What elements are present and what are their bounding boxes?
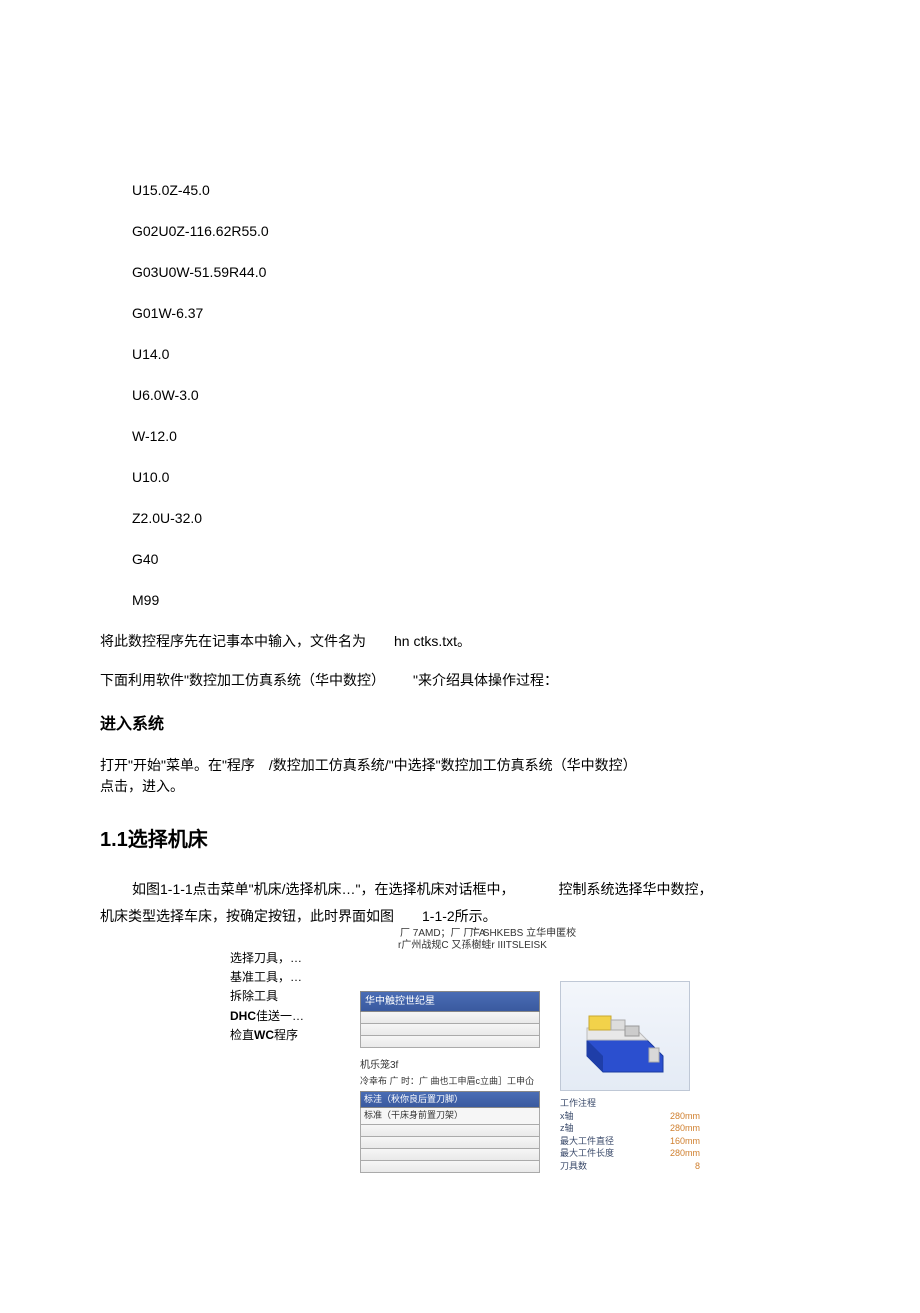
text: 将此数控程序先在记事本中输入，文件名为 (100, 633, 366, 649)
panel-empty-row[interactable] (360, 1137, 540, 1149)
figure-dialog-area: 厂 7AMD；厂 厂FA 广 SHKEBS 立华申匿校 r广州战规C 又孫樹蛙r… (100, 933, 820, 1253)
spec-row: 刀具数 8 (560, 1160, 700, 1173)
text: 控制系统选择华中数控， (559, 881, 713, 897)
text: 程序 (274, 1028, 298, 1042)
machine-spec-box: 工作注程 x轴 280mm z轴 280mm 最大工件直径 160mm 最大工件长度 2… (560, 1097, 700, 1173)
code-line: M99 (132, 590, 820, 611)
spec-key: z轴 (560, 1122, 574, 1135)
menu-item-dhc-send[interactable]: DHC佳送一… (230, 1007, 304, 1026)
code-line: U15.0Z-45.0 (132, 180, 820, 201)
paragraph-software-intro: 下面利用软件"数控加工仿真系统（华中数控） "来介绍具体操作过程： (100, 670, 820, 691)
code-line: Z2.0U-32.0 (132, 508, 820, 529)
spec-row: 最大工件长度 280mm (560, 1147, 700, 1160)
code-line: G02U0Z-116.62R55.0 (132, 221, 820, 242)
heading-enter-system: 进入系统 (100, 713, 820, 737)
code-line: G03U0W-51.59R44.0 (132, 262, 820, 283)
spec-value: 280mm (670, 1110, 700, 1123)
text: /数控加工仿真系统/"中选择"数控加工仿真系统（华中数控） (269, 757, 637, 773)
panel-label-machine: 机乐笼3f (360, 1058, 540, 1073)
text-bold: DHC (230, 1009, 256, 1023)
spec-row: x轴 280mm (560, 1110, 700, 1123)
caption-line2: r广州战规C 又孫樹蛙r IIITSLEISK (398, 939, 547, 952)
panel-row-standard[interactable]: 标准（干床身前置刀架） (360, 1108, 540, 1125)
paragraph-save-file: 将此数控程序先在记事本中输入，文件名为 hn ctks.txt。 (100, 631, 820, 652)
spec-title: 工作注程 (560, 1097, 700, 1110)
text: 下面利用软件"数控加工仿真系统（华中数控） (100, 672, 385, 688)
machine-preview-box (560, 981, 690, 1091)
spec-key: 最大工件直径 (560, 1135, 614, 1148)
spec-row: z轴 280mm (560, 1122, 700, 1135)
text: 打开"开始"菜单。在"程序 (100, 757, 255, 773)
spec-value: 160mm (670, 1135, 700, 1148)
paragraph-open-start: 打开"开始"菜单。在"程序/数控加工仿真系统/"中选择"数控加工仿真系统（华中数… (100, 755, 820, 797)
spec-row: 最大工件直径 160mm (560, 1135, 700, 1148)
spec-key: 刀具数 (560, 1160, 587, 1173)
panel-empty-row[interactable] (360, 1012, 540, 1024)
spec-value: 280mm (670, 1122, 700, 1135)
code-line: U6.0W-3.0 (132, 385, 820, 406)
text: "来介绍具体操作过程： (413, 672, 558, 688)
panel-empty-row[interactable] (360, 1161, 540, 1173)
menu-item-reference-tool[interactable]: 基准工具，… (230, 968, 304, 987)
panel-empty-row[interactable] (360, 1149, 540, 1161)
lathe-machine-icon (575, 996, 675, 1076)
text: 检直 (230, 1028, 254, 1042)
panel-empty-row[interactable] (360, 1125, 540, 1137)
spec-key: x轴 (560, 1110, 574, 1123)
menu-item-check-wc[interactable]: 检直WC程序 (230, 1026, 304, 1045)
code-line: W-12.0 (132, 426, 820, 447)
panel-empty-row[interactable] (360, 1024, 540, 1036)
context-menu: 选择刀具，… 基准工具，… 拆除工具 DHC佳送一… 检直WC程序 (230, 949, 304, 1045)
code-line: U10.0 (132, 467, 820, 488)
text: 如图1-1-1点击菜单"机床/选择机床…"，在选择机床对话框中， (132, 881, 515, 897)
panel-sub-options: 冷幸布 广 时：广 曲也工申眉c立曲］工申仚 (360, 1075, 540, 1089)
text: 机床类型选择车床，按确定按钮，此时界面如图 (100, 908, 394, 924)
text: 佳送一… (256, 1009, 304, 1023)
panel-header-huazhong[interactable]: 华中触控世纪星 (360, 991, 540, 1012)
spec-value: 8 (695, 1160, 700, 1173)
code-line: U14.0 (132, 344, 820, 365)
code-line: G40 (132, 549, 820, 570)
code-line: G01W-6.37 (132, 303, 820, 324)
menu-item-select-tool[interactable]: 选择刀具，… (230, 949, 304, 968)
spec-value: 280mm (670, 1147, 700, 1160)
paragraph-machine-type: 机床类型选择车床，按确定按钮，此时界面如图 1-1-2所示。 (100, 906, 820, 927)
filename: hn ctks.txt。 (394, 633, 471, 649)
spec-key: 最大工件长度 (560, 1147, 614, 1160)
menu-item-remove-tool[interactable]: 拆除工具 (230, 987, 304, 1006)
panel-row-selected[interactable]: 标洼（秋你良后置刀脚） (360, 1091, 540, 1109)
control-system-panel: 华中触控世纪星 机乐笼3f 冷幸布 广 时：广 曲也工申眉c立曲］工申仚 标洼（… (360, 991, 540, 1173)
text-bold: WC (254, 1028, 274, 1042)
text: 1-1-2所示。 (422, 908, 497, 924)
heading-select-machine: 1.1选择机床 (100, 825, 820, 855)
paragraph-figure-ref: 如图1-1-1点击菜单"机床/选择机床…"，在选择机床对话框中， 控制系统选择华中… (100, 879, 820, 900)
text: 点击，进入。 (100, 778, 184, 794)
panel-empty-row[interactable] (360, 1036, 540, 1048)
nc-program-block: U15.0Z-45.0 G02U0Z-116.62R55.0 G03U0W-51… (132, 180, 820, 611)
